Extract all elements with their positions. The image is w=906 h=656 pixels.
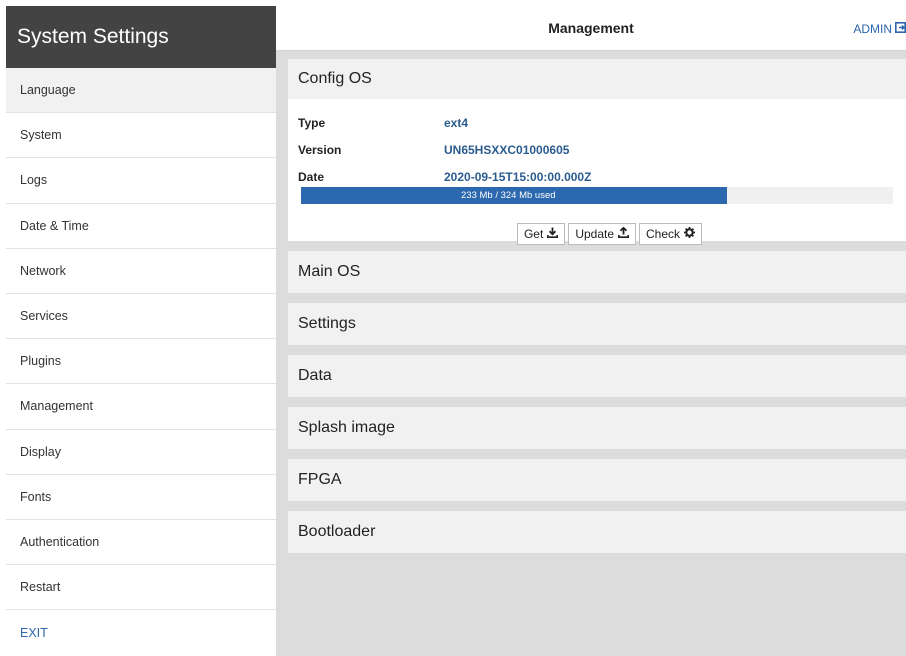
sidebar-item-services[interactable]: Services: [6, 294, 276, 340]
type-value: ext4: [444, 115, 469, 130]
type-row: Type ext4: [288, 109, 906, 136]
check-button-label: Check: [646, 227, 681, 241]
config-os-panel: Config OS Type ext4 Version UN65HSXXC010…: [288, 59, 906, 245]
version-value: UN65HSXXC01000605: [444, 142, 570, 157]
page-title: Management: [548, 20, 634, 36]
get-button-label: Get: [523, 227, 544, 241]
sidebar-title: System Settings: [6, 6, 276, 68]
sidebar-item-restart[interactable]: Restart: [6, 565, 276, 611]
sidebar-item-plugins[interactable]: Plugins: [6, 339, 276, 385]
version-label: Version: [298, 142, 342, 157]
date-value: 2020-09-15T15:00:00.000Z: [444, 169, 592, 184]
sidebar: System Settings Language System Logs Dat…: [6, 6, 276, 656]
upload-icon: [618, 226, 630, 241]
data-panel[interactable]: Data: [288, 355, 906, 397]
splash-image-header[interactable]: Splash image: [288, 407, 906, 449]
gear-icon: [684, 227, 696, 241]
date-label: Date: [298, 169, 325, 184]
check-button[interactable]: Check: [639, 223, 703, 245]
sign-out-icon: [895, 21, 906, 36]
sidebar-item-exit[interactable]: EXIT: [6, 610, 276, 655]
sidebar-item-management[interactable]: Management: [6, 384, 276, 430]
update-button-label: Update: [575, 227, 615, 241]
admin-label: ADMIN: [853, 21, 892, 36]
sidebar-item-logs[interactable]: Logs: [6, 158, 276, 204]
type-label: Type: [298, 115, 326, 130]
config-os-body: Type ext4 Version UN65HSXXC01000605 Date…: [288, 99, 906, 245]
download-icon: [547, 227, 559, 241]
sidebar-item-fonts[interactable]: Fonts: [6, 475, 276, 520]
config-os-actions: Get Update Check: [288, 223, 906, 245]
splash-image-panel[interactable]: Splash image: [288, 407, 906, 449]
main-os-panel[interactable]: Main OS: [288, 251, 906, 293]
storage-progress-bar: 233 Mb / 324 Mb used: [301, 187, 893, 204]
data-header[interactable]: Data: [288, 355, 906, 397]
get-button[interactable]: Get: [516, 223, 566, 245]
version-row: Version UN65HSXXC01000605: [288, 136, 906, 163]
bootloader-panel[interactable]: Bootloader: [288, 511, 906, 553]
sidebar-item-system[interactable]: System: [6, 113, 276, 159]
fpga-header[interactable]: FPGA: [288, 459, 906, 501]
settings-header[interactable]: Settings: [288, 303, 906, 345]
sidebar-item-date-time[interactable]: Date & Time: [6, 204, 276, 249]
storage-usage-text: 233 Mb / 324 Mb used: [461, 190, 556, 201]
sidebar-item-language[interactable]: Language: [6, 68, 276, 114]
admin-link[interactable]: ADMIN: [853, 6, 906, 51]
main-content: Management ADMIN Config OS Type ext4 Ver…: [276, 6, 906, 656]
main-os-header[interactable]: Main OS: [288, 251, 906, 293]
sidebar-item-display[interactable]: Display: [6, 430, 276, 475]
config-os-header[interactable]: Config OS: [288, 59, 906, 99]
top-bar: Management ADMIN: [276, 6, 906, 51]
sidebar-item-authentication[interactable]: Authentication: [6, 520, 276, 566]
date-row: Date 2020-09-15T15:00:00.000Z: [288, 163, 906, 190]
settings-panel[interactable]: Settings: [288, 303, 906, 345]
update-button[interactable]: Update: [568, 223, 637, 245]
bootloader-header[interactable]: Bootloader: [288, 511, 906, 553]
fpga-panel[interactable]: FPGA: [288, 459, 906, 501]
sidebar-item-network[interactable]: Network: [6, 249, 276, 294]
